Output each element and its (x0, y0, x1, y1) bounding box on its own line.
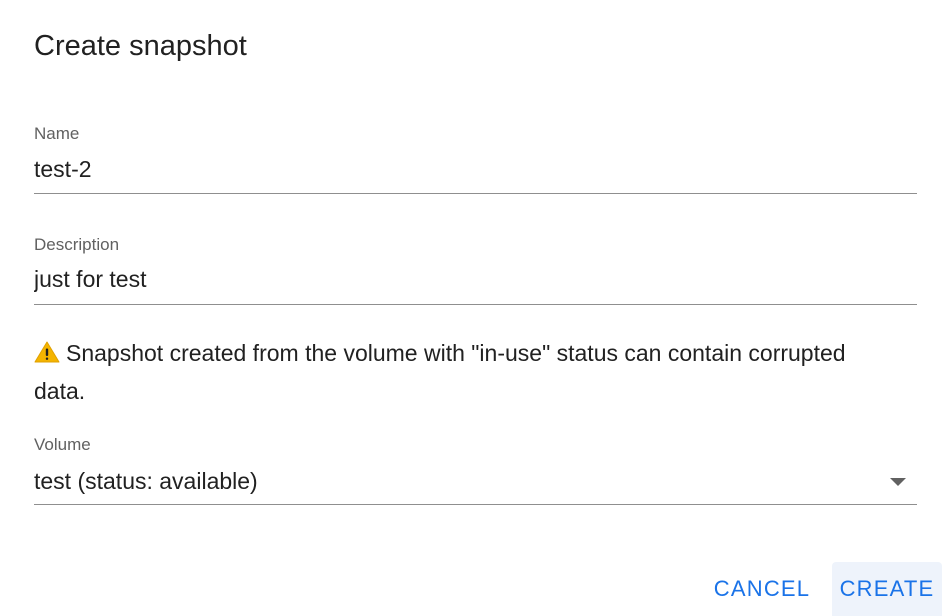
description-label: Description (34, 235, 120, 254)
volume-label: Volume (34, 435, 91, 454)
name-input[interactable] (34, 154, 834, 184)
dialog-title: Create snapshot (34, 30, 247, 62)
name-label: Name (34, 124, 80, 143)
create-button[interactable]: CREATE (832, 562, 942, 616)
cancel-button[interactable]: CANCEL (706, 562, 818, 616)
description-input[interactable] (34, 264, 834, 294)
in-use-warning: Snapshot created from the volume with "i… (34, 334, 884, 410)
description-underline (34, 304, 917, 305)
create-snapshot-dialog: Create snapshot Name Description Snapsho… (0, 0, 946, 616)
dropdown-arrow-icon[interactable] (890, 478, 906, 486)
description-field[interactable]: Description (34, 235, 917, 307)
name-underline (34, 193, 917, 194)
volume-underline (34, 504, 917, 505)
warning-text: Snapshot created from the volume with "i… (34, 340, 846, 404)
name-field[interactable]: Name (34, 124, 917, 196)
volume-selected-value[interactable]: test (status: available) (34, 466, 258, 496)
dialog-actions: CANCEL CREATE (0, 562, 946, 616)
volume-select[interactable]: Volume test (status: available) (34, 435, 917, 507)
warning-icon (34, 336, 60, 363)
